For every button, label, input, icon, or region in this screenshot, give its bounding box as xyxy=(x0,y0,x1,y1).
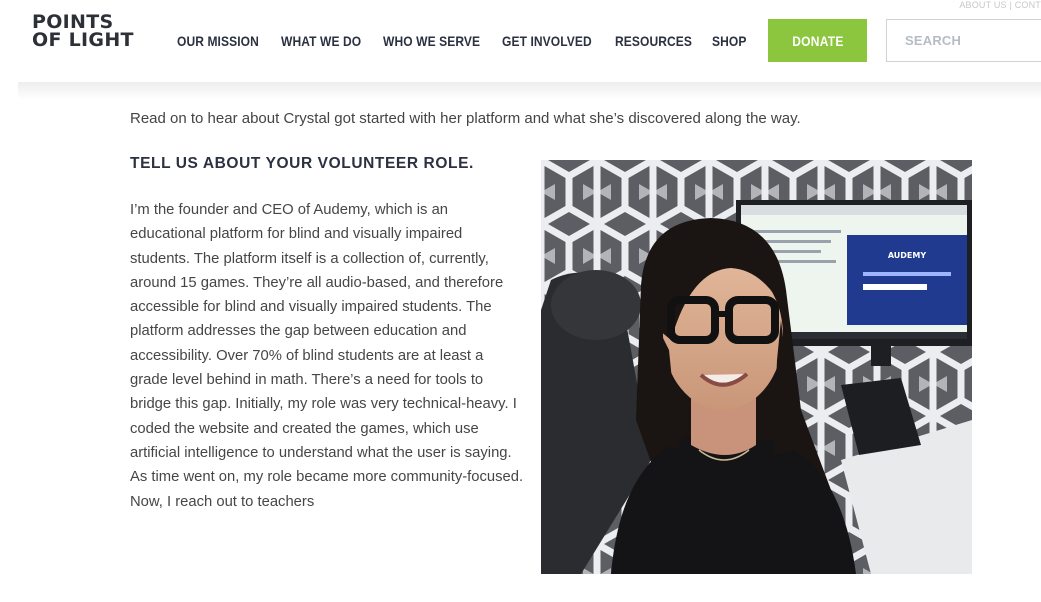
search-box[interactable] xyxy=(886,19,1041,62)
section-heading: TELL US ABOUT YOUR VOLUNTEER ROLE. xyxy=(130,155,474,172)
search-input[interactable] xyxy=(887,20,1041,61)
article-intro: Read on to hear about Crystal got starte… xyxy=(130,110,801,127)
photo-illustration: AUDEMY xyxy=(541,160,972,574)
nav-what-we-do[interactable]: WHAT WE DO xyxy=(281,33,361,49)
nav-who-we-serve[interactable]: WHO WE SERVE xyxy=(383,33,480,49)
article-body: I’m the founder and CEO of Audemy, which… xyxy=(130,198,525,514)
article-paragraph: I’m the founder and CEO of Audemy, which… xyxy=(130,202,524,510)
utility-links[interactable]: ABOUT US | CONT xyxy=(959,0,1041,10)
nav-get-involved[interactable]: GET INVOLVED xyxy=(502,33,592,49)
nav-resources[interactable]: RESOURCES xyxy=(615,33,692,49)
donate-button[interactable]: DONATE xyxy=(768,19,867,62)
site-header: POINTS OF LIGHT ABOUT US | CONT OUR MISS… xyxy=(0,0,1041,82)
logo-line-2: OF LIGHT xyxy=(32,29,134,51)
founder-photo: AUDEMY xyxy=(541,160,972,574)
nav-our-mission[interactable]: OUR MISSION xyxy=(177,33,259,49)
donate-label: DONATE xyxy=(791,32,844,49)
monitor-screen-text: AUDEMY xyxy=(888,251,927,260)
header-shadow xyxy=(18,82,1041,100)
nav-shop[interactable]: SHOP xyxy=(712,33,746,49)
points-of-light-logo[interactable]: POINTS OF LIGHT xyxy=(32,13,134,51)
